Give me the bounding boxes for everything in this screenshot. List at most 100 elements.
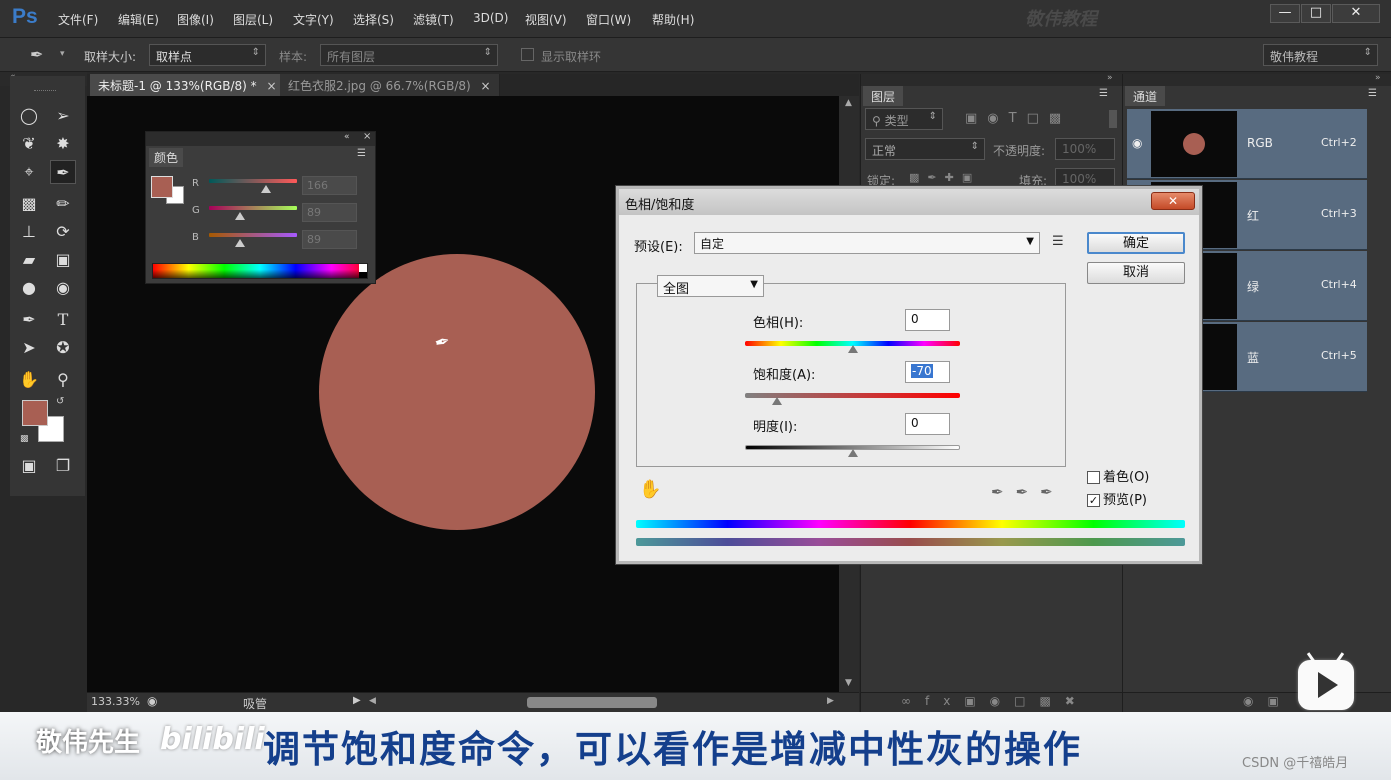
targeted-adjust-hand-icon[interactable]: ✋ — [639, 479, 661, 500]
close-panel-icon[interactable]: × — [363, 131, 371, 142]
color-spectrum-ramp[interactable] — [152, 263, 368, 279]
type-tool-icon[interactable]: T — [50, 308, 76, 332]
blend-mode-dropdown[interactable]: 正常 ⇕ — [865, 138, 985, 160]
close-window-button[interactable]: ✕ — [1332, 4, 1380, 23]
workspace-dropdown[interactable]: 敬伟教程 ⇕ — [1263, 44, 1378, 66]
eye-icon[interactable]: ◉ — [1132, 136, 1142, 150]
red-slider-track[interactable] — [209, 179, 297, 183]
shape-tool-icon[interactable]: ✪ — [50, 336, 76, 360]
lock-icons[interactable]: ▩✒✚▣ — [909, 171, 980, 184]
green-value-field[interactable]: 89 — [302, 203, 357, 222]
panel-menu-icon[interactable]: ☰ — [1368, 88, 1377, 99]
healing-brush-tool-icon[interactable]: ▩ — [16, 192, 42, 216]
eyedropper-set-icons[interactable]: ✒✒✒ — [991, 483, 1065, 501]
hue-slider-thumb[interactable] — [847, 345, 858, 353]
eraser-tool-icon[interactable]: ▰ — [16, 248, 42, 272]
blur-tool-icon[interactable]: ● — [16, 276, 42, 300]
lasso-tool-icon[interactable]: ❦ — [16, 132, 42, 156]
menu-select[interactable]: 选择(S) — [353, 11, 394, 28]
ok-button[interactable]: 确定 — [1087, 232, 1185, 254]
brush-tool-icon[interactable]: ✏ — [50, 192, 76, 216]
panel-foreground-swatch[interactable] — [151, 176, 173, 198]
menu-type[interactable]: 文字(Y) — [293, 11, 334, 28]
saturation-field[interactable]: -70 — [905, 361, 950, 383]
hue-field[interactable]: 0 — [905, 309, 950, 331]
blue-slider-thumb[interactable] — [234, 239, 245, 247]
channels-tab[interactable]: 通道 — [1125, 86, 1166, 106]
close-tab-icon[interactable]: × — [266, 79, 276, 93]
maximize-button[interactable]: □ — [1301, 4, 1331, 23]
default-colors-icon[interactable]: ▩ — [20, 434, 29, 444]
expand-icon[interactable]: » — [1375, 73, 1381, 83]
close-tab-icon[interactable]: × — [481, 79, 491, 93]
lightness-slider-thumb[interactable] — [847, 449, 858, 457]
scroll-down-icon[interactable]: ▼ — [845, 678, 852, 688]
tool-preset-arrow-icon[interactable]: ▾ — [60, 49, 65, 59]
menu-filter[interactable]: 滤镜(T) — [413, 11, 454, 28]
eyedropper-icon[interactable]: ✒ — [30, 45, 43, 64]
blue-slider-track[interactable] — [209, 233, 297, 237]
show-ring-checkbox[interactable] — [521, 48, 534, 61]
doc-info-icon[interactable]: ◉ — [147, 694, 157, 708]
layer-action-icons[interactable]: ∞fx▣◉□▩✖ — [901, 694, 1089, 708]
collapse-icon[interactable]: « — [344, 132, 350, 142]
layer-kind-filter[interactable]: ⚲ 类型 ⇕ — [865, 108, 943, 130]
hand-tool-icon[interactable]: ✋ — [16, 368, 42, 392]
panel-menu-icon[interactable]: ☰ — [1099, 88, 1108, 99]
history-brush-tool-icon[interactable]: ⟳ — [50, 220, 76, 244]
scroll-up-icon[interactable]: ▲ — [845, 98, 852, 108]
sample-size-dropdown[interactable]: 取样点 ⇕ — [149, 44, 266, 66]
quick-select-tool-icon[interactable]: ✸ — [50, 132, 76, 156]
preset-dropdown[interactable]: 自定 ▼ — [694, 232, 1040, 254]
saturation-slider-thumb[interactable] — [772, 397, 783, 405]
menu-image[interactable]: 图像(I) — [177, 11, 214, 28]
color-panel-tab[interactable]: 颜色 — [149, 148, 184, 167]
menu-help[interactable]: 帮助(H) — [652, 11, 694, 28]
minimize-button[interactable]: — — [1270, 4, 1300, 23]
dodge-tool-icon[interactable]: ◉ — [50, 276, 76, 300]
foreground-color-front[interactable] — [22, 400, 48, 426]
channel-action-icons[interactable]: ◉▣ — [1243, 694, 1293, 708]
menu-layer[interactable]: 图层(L) — [233, 11, 273, 28]
gradient-tool-icon[interactable]: ▣ — [50, 248, 76, 272]
scroll-left-icon[interactable]: ◀ — [369, 696, 376, 706]
menu-view[interactable]: 视图(V) — [525, 11, 567, 28]
sample-dropdown[interactable]: 所有图层 ⇕ — [320, 44, 498, 66]
tab-red-clothes[interactable]: 红色衣服2.jpg @ 66.7%(RGB/8) × — [280, 74, 500, 96]
panel-menu-icon[interactable]: ☰ — [357, 148, 366, 159]
marquee-tool-icon[interactable]: ◯ — [16, 104, 42, 128]
menu-edit[interactable]: 编辑(E) — [118, 11, 159, 28]
menu-window[interactable]: 窗口(W) — [586, 11, 631, 28]
opacity-field[interactable]: 100% — [1055, 138, 1115, 160]
red-value-field[interactable]: 166 — [302, 176, 357, 195]
crop-tool-icon[interactable]: ⌖ — [16, 160, 42, 184]
preset-options-icon[interactable]: ☰ — [1052, 234, 1064, 249]
status-menu-arrow-icon[interactable]: ▶ — [353, 695, 361, 706]
menu-3d[interactable]: 3D(D) — [473, 11, 508, 25]
red-slider-thumb[interactable] — [261, 185, 272, 193]
move-tool-icon[interactable]: ➢ — [50, 104, 76, 128]
green-slider-thumb[interactable] — [234, 212, 245, 220]
filter-toggle[interactable] — [1109, 110, 1117, 128]
horizontal-scrollbar-thumb[interactable] — [527, 697, 657, 708]
colorize-checkbox[interactable] — [1087, 471, 1100, 484]
lightness-field[interactable]: 0 — [905, 413, 950, 435]
green-slider-track[interactable] — [209, 206, 297, 210]
zoom-level[interactable]: 133.33% — [91, 695, 140, 708]
zoom-tool-icon[interactable]: ⚲ — [50, 368, 76, 392]
channel-dropdown[interactable]: 全图 ▼ — [657, 275, 764, 297]
swap-colors-icon[interactable]: ↺ — [56, 396, 64, 407]
pen-tool-icon[interactable]: ✒ — [16, 308, 42, 332]
preview-option[interactable]: ✓ 预览(P) — [1087, 489, 1147, 508]
dialog-close-button[interactable]: ✕ — [1151, 192, 1195, 210]
stamp-tool-icon[interactable]: ⊥ — [16, 220, 42, 244]
channel-row-rgb[interactable]: ◉ RGB Ctrl+2 — [1127, 109, 1367, 179]
eyedropper-tool-icon[interactable]: ✒ — [50, 160, 76, 184]
menu-file[interactable]: 文件(F) — [58, 11, 98, 28]
screen-mode-icon[interactable]: ❐ — [50, 454, 76, 478]
expand-icon[interactable]: » — [1107, 73, 1113, 83]
cancel-button[interactable]: 取消 — [1087, 262, 1185, 284]
filter-icons[interactable]: ▣◉T□▩ — [965, 111, 1071, 126]
preview-checkbox[interactable]: ✓ — [1087, 494, 1100, 507]
colorize-option[interactable]: 着色(O) — [1087, 466, 1149, 485]
